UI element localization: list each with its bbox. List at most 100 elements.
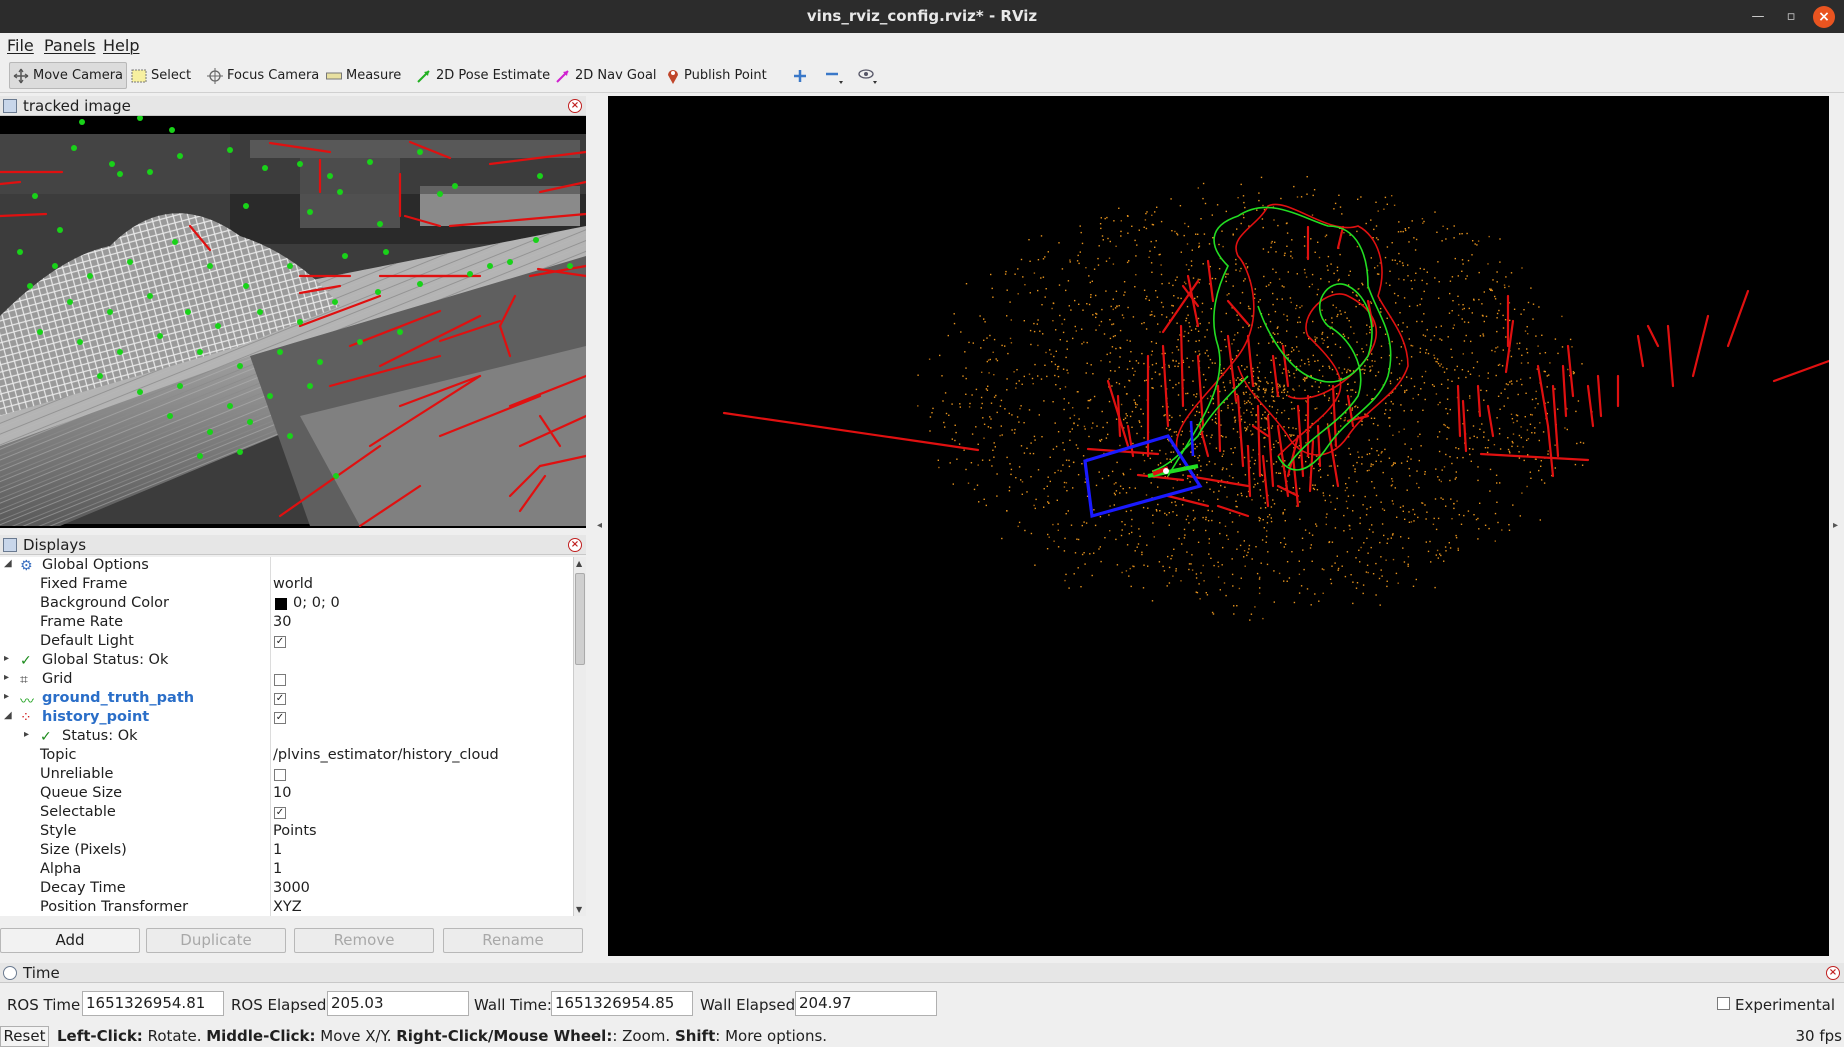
cloud-point — [1258, 385, 1260, 388]
cloud-point — [1244, 402, 1246, 405]
alpha-value[interactable]: 1 — [273, 861, 282, 877]
add-tool-button[interactable] — [790, 62, 814, 89]
tree-row-background-color[interactable]: Background Color 0; 0; 0 — [0, 595, 573, 614]
3d-render-viewport[interactable] — [608, 96, 1829, 956]
expand-arrow-icon[interactable]: ▸ — [4, 691, 9, 702]
decay-time-value[interactable]: 3000 — [273, 880, 310, 896]
minimize-icon[interactable]: — — [1747, 6, 1769, 28]
tree-row-alpha[interactable]: Alpha 1 — [0, 861, 573, 880]
cloud-point — [1234, 419, 1237, 421]
style-value[interactable]: Points — [273, 823, 317, 839]
cloud-point — [1488, 235, 1490, 238]
topic-value[interactable]: /plvins_estimator/history_cloud — [273, 747, 499, 763]
tree-row-global-options[interactable]: ◢ ⚙ Global Options — [0, 557, 573, 576]
tree-row-topic[interactable]: Topic /plvins_estimator/history_cloud — [0, 747, 573, 766]
tree-row-global-status[interactable]: ▸ ✓ Global Status: Ok — [0, 652, 573, 671]
collapse-left-icon[interactable]: ◂ — [597, 520, 602, 531]
cloud-point — [1292, 427, 1294, 429]
ros-time-field[interactable]: 1651326954.81 — [82, 991, 224, 1016]
cloud-point — [1352, 291, 1354, 294]
collapse-arrow-icon[interactable]: ◢ — [4, 710, 12, 721]
close-panel-icon[interactable]: × — [568, 538, 582, 552]
scrollbar-thumb[interactable] — [575, 573, 585, 665]
cloud-point — [1033, 330, 1036, 333]
view-tool-button[interactable] — [855, 62, 885, 89]
ground-truth-path-checkbox[interactable]: ✓ — [274, 693, 286, 705]
tree-row-history-point[interactable]: ◢ ⁘ history_point ✓ — [0, 709, 573, 728]
tree-row-default-light[interactable]: Default Light ✓ — [0, 633, 573, 652]
displays-tree: ◢ ⚙ Global Options Fixed Frame world Bac… — [0, 557, 573, 916]
tree-row-style[interactable]: Style Points — [0, 823, 573, 842]
menu-panels[interactable]: Panels — [44, 36, 96, 55]
cloud-point — [1211, 214, 1213, 216]
background-color-value[interactable]: 0; 0; 0 — [293, 595, 340, 611]
cloud-point — [1153, 536, 1155, 538]
grid-checkbox[interactable] — [274, 674, 286, 686]
measure-button[interactable]: Measure — [323, 62, 404, 89]
2d-pose-estimate-button[interactable]: 2D Pose Estimate — [413, 62, 553, 89]
cloud-point — [1379, 326, 1381, 328]
selectable-checkbox[interactable]: ✓ — [274, 807, 286, 819]
select-button[interactable]: Select — [128, 62, 194, 89]
queue-size-value[interactable]: 10 — [273, 785, 291, 801]
focus-camera-button[interactable]: Focus Camera — [204, 62, 322, 89]
tree-row-ground-truth-path[interactable]: ▸ 〰 ground_truth_path ✓ — [0, 690, 573, 710]
frame-rate-value[interactable]: 30 — [273, 614, 291, 630]
remove-tool-button[interactable] — [822, 62, 850, 89]
cloud-point — [1373, 417, 1376, 419]
duplicate-display-button[interactable]: Duplicate — [146, 928, 286, 953]
cloud-point — [1384, 196, 1387, 199]
cloud-point — [1279, 472, 1282, 474]
add-display-button[interactable]: Add — [0, 928, 140, 953]
cloud-point — [1196, 445, 1198, 448]
tree-row-queue-size[interactable]: Queue Size 10 — [0, 785, 573, 804]
menu-file[interactable]: File — [7, 36, 34, 55]
scene-canvas[interactable] — [608, 96, 1829, 956]
tree-row-frame-rate[interactable]: Frame Rate 30 — [0, 614, 573, 633]
cloud-point — [1217, 498, 1219, 500]
unreliable-checkbox[interactable] — [274, 769, 286, 781]
tree-row-decay-time[interactable]: Decay Time 3000 — [0, 880, 573, 899]
tree-row-fixed-frame[interactable]: Fixed Frame world — [0, 576, 573, 595]
menu-help[interactable]: Help — [103, 36, 139, 55]
expand-arrow-icon[interactable]: ▸ — [4, 672, 9, 683]
cloud-point — [1328, 281, 1330, 283]
tree-row-size-pixels[interactable]: Size (Pixels) 1 — [0, 842, 573, 861]
close-panel-icon[interactable]: × — [568, 99, 582, 113]
collapse-arrow-icon[interactable]: ◢ — [4, 558, 12, 569]
rename-display-button[interactable]: Rename — [443, 928, 583, 953]
default-light-checkbox[interactable]: ✓ — [274, 636, 286, 648]
tree-row-status-ok[interactable]: ▸ ✓ Status: Ok — [0, 728, 573, 747]
expand-arrow-icon[interactable]: ▸ — [4, 653, 9, 664]
scroll-up-icon[interactable]: ▲ — [576, 559, 582, 568]
size-pixels-value[interactable]: 1 — [273, 842, 282, 858]
tree-row-position-transformer[interactable]: Position Transformer XYZ — [0, 899, 573, 916]
expand-arrow-icon[interactable]: ▸ — [24, 729, 29, 740]
fixed-frame-value[interactable]: world — [273, 576, 313, 592]
wall-elapsed-field[interactable]: 204.97 — [795, 991, 937, 1016]
maximize-icon[interactable]: ▫ — [1780, 6, 1802, 28]
tree-row-selectable[interactable]: Selectable ✓ — [0, 804, 573, 823]
collapse-right-icon[interactable]: ▸ — [1833, 520, 1838, 531]
ros-elapsed-field[interactable]: 205.03 — [327, 991, 469, 1016]
tree-row-grid[interactable]: ▸ ⌗ Grid — [0, 671, 573, 690]
experimental-checkbox[interactable] — [1717, 997, 1730, 1010]
reset-button[interactable]: Reset — [0, 1026, 49, 1047]
publish-point-button[interactable]: Publish Point — [663, 62, 770, 89]
cloud-point — [1168, 366, 1170, 368]
scroll-down-icon[interactable]: ▼ — [576, 905, 582, 914]
displays-scrollbar[interactable]: ▲ ▼ — [573, 557, 586, 916]
close-panel-icon[interactable]: × — [1826, 966, 1840, 980]
color-swatch[interactable] — [275, 598, 287, 610]
wall-time-field[interactable]: 1651326954.85 — [551, 991, 693, 1016]
cloud-point — [1186, 357, 1188, 359]
position-transformer-value[interactable]: XYZ — [273, 899, 302, 915]
tree-row-unreliable[interactable]: Unreliable — [0, 766, 573, 785]
cloud-point — [1129, 340, 1131, 342]
2d-nav-goal-button[interactable]: 2D Nav Goal — [552, 62, 660, 89]
move-camera-button[interactable]: Move Camera — [9, 62, 128, 89]
remove-display-button[interactable]: Remove — [294, 928, 434, 953]
close-window-icon[interactable]: × — [1813, 6, 1835, 28]
cloud-point — [1198, 350, 1200, 352]
history-point-checkbox[interactable]: ✓ — [274, 712, 286, 724]
